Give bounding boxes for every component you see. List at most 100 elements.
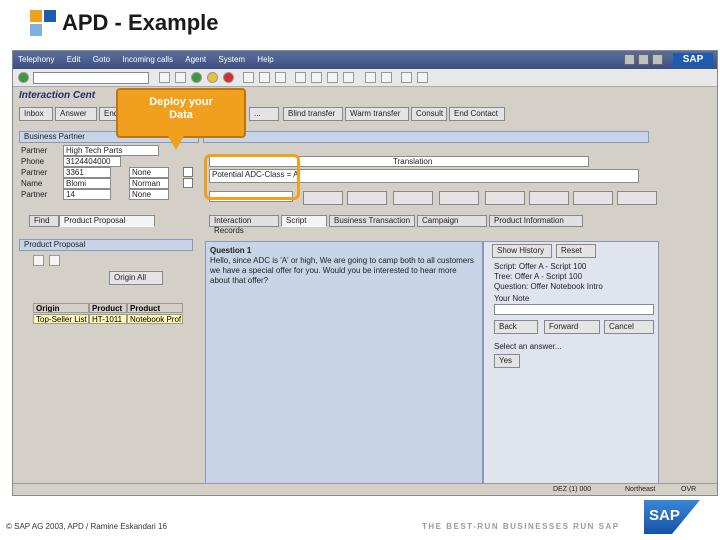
callout-line-2: Data xyxy=(169,109,193,121)
warm-transfer-button[interactable]: Warm transfer xyxy=(345,107,409,121)
toolbar-button-1[interactable] xyxy=(303,191,343,205)
exit-icon[interactable] xyxy=(207,72,218,83)
find-next-icon[interactable] xyxy=(275,72,286,83)
status-mode: OVR xyxy=(681,486,697,493)
green-back-icon[interactable] xyxy=(191,72,202,83)
print-icon[interactable] xyxy=(243,72,254,83)
bp-field-4[interactable]: Blomi xyxy=(63,178,111,189)
first-page-icon[interactable] xyxy=(295,72,306,83)
confirm-icon[interactable] xyxy=(183,178,193,188)
script-navigation-panel: Show History Reset Script: Offer A - Scr… xyxy=(483,241,659,495)
layout-icon[interactable] xyxy=(417,72,428,83)
end-contact-button[interactable]: End Contact xyxy=(449,107,505,121)
toolbar-button-2[interactable] xyxy=(347,191,387,205)
menu-incoming-calls[interactable]: Incoming calls xyxy=(117,51,178,64)
deploy-data-callout: Deploy your Data xyxy=(116,88,246,138)
command-field[interactable] xyxy=(33,72,149,84)
script-text: Hello, since ADC is 'A' or high, We are … xyxy=(210,256,474,285)
blind-transfer-button[interactable]: Blind transfer xyxy=(283,107,343,121)
toolbar-button-8[interactable] xyxy=(617,191,657,205)
note-input[interactable] xyxy=(494,304,654,315)
inbox-button[interactable]: Inbox xyxy=(19,107,53,121)
last-page-icon[interactable] xyxy=(343,72,354,83)
panel-header-right xyxy=(203,131,649,143)
answer-button[interactable]: Answer xyxy=(55,107,97,121)
tab-product-proposal[interactable]: Product Proposal xyxy=(59,215,155,227)
origin-all-button[interactable]: Origin All xyxy=(109,271,163,285)
col-product[interactable]: Product xyxy=(89,303,127,313)
bp-label-2: Phone xyxy=(21,157,45,166)
new-session-icon[interactable] xyxy=(365,72,376,83)
next-page-icon[interactable] xyxy=(327,72,338,83)
col-product-descr[interactable]: Product Descrip xyxy=(127,303,183,313)
status-bar: DEZ (1) 000 Northeast OVR xyxy=(13,483,717,495)
slide-title: APD - Example xyxy=(62,10,219,35)
enter-icon[interactable] xyxy=(18,72,29,83)
grid-icon-1[interactable] xyxy=(33,255,44,266)
tab-campaign[interactable]: Campaign xyxy=(417,215,487,227)
show-history-button[interactable]: Show History xyxy=(492,244,552,258)
back-button[interactable]: Back xyxy=(494,320,538,334)
menu-agent[interactable]: Agent xyxy=(180,51,211,64)
footer-copyright: © SAP AG 2003, APD / Ramine Eskandari 16 xyxy=(6,522,167,531)
bp-label-1: Partner xyxy=(21,146,48,155)
close-icon[interactable] xyxy=(652,54,663,65)
slide-header: APD - Example xyxy=(0,0,720,48)
toolbar-button-4[interactable] xyxy=(439,191,479,205)
bp-field-1[interactable]: High Tech Parts xyxy=(63,145,159,156)
consult-button[interactable]: Consult xyxy=(411,107,447,121)
bp-extra-4[interactable]: Norman xyxy=(129,178,169,189)
tab-find[interactable]: Find xyxy=(29,215,59,227)
tab-business-transaction[interactable]: Business Transaction xyxy=(329,215,415,227)
find-icon[interactable] xyxy=(259,72,270,83)
more-button[interactable]: ... xyxy=(249,107,279,121)
maximize-icon[interactable] xyxy=(638,54,649,65)
reset-button[interactable]: Reset xyxy=(556,244,596,258)
bp-extra-5[interactable]: None xyxy=(129,189,169,200)
bp-label-5: Partner xyxy=(21,190,48,199)
grid-icon-2[interactable] xyxy=(49,255,60,266)
status-server: Northeast xyxy=(625,486,656,493)
script-header: Question 1 xyxy=(210,246,252,255)
toolbar-button-6[interactable] xyxy=(529,191,569,205)
toolbar-button-3[interactable] xyxy=(393,191,433,205)
menu-edit[interactable]: Edit xyxy=(62,51,86,64)
yes-answer-button[interactable]: Yes xyxy=(494,354,520,368)
menu-help[interactable]: Help xyxy=(252,51,278,64)
prev-page-icon[interactable] xyxy=(311,72,322,83)
bp-field-2[interactable]: 3124404000 xyxy=(63,156,121,167)
search-icon[interactable] xyxy=(183,167,193,177)
highlight-box xyxy=(204,154,300,200)
script-line-2: Tree: Offer A - Script 100 xyxy=(494,272,583,281)
grid-header-row: OriginProductProduct Descrip xyxy=(33,303,183,313)
your-note-label: Your Note xyxy=(494,294,530,303)
help-icon[interactable] xyxy=(401,72,412,83)
cancel-icon[interactable] xyxy=(223,72,234,83)
tab-script[interactable]: Script xyxy=(281,215,327,227)
menu-system[interactable]: System xyxy=(213,51,250,64)
menu-goto[interactable]: Goto xyxy=(88,51,115,64)
table-row[interactable]: Top-Seller List HT-1011 Notebook Prof xyxy=(33,314,183,324)
cell-descr: Notebook Prof xyxy=(127,314,183,324)
bp-field-5[interactable]: 14 xyxy=(63,189,111,200)
bp-field-3[interactable]: 3361 xyxy=(63,167,111,178)
forward-button[interactable]: Forward xyxy=(544,320,600,334)
tab-interaction-records[interactable]: Interaction Records xyxy=(209,215,279,235)
cancel-button[interactable]: Cancel xyxy=(604,320,654,334)
script-panel: Question 1 Hello, since ADC is 'A' or hi… xyxy=(205,241,483,495)
callout-pointer xyxy=(168,136,184,150)
toolbar-button-7[interactable] xyxy=(573,191,613,205)
back-icon[interactable] xyxy=(175,72,186,83)
script-line-1: Script: Offer A - Script 100 xyxy=(494,262,587,271)
tab-product-information[interactable]: Product Information xyxy=(489,215,583,227)
blue-square-icon xyxy=(44,10,56,22)
save-icon[interactable] xyxy=(159,72,170,83)
minimize-icon[interactable] xyxy=(624,54,635,65)
toolbar-button-5[interactable] xyxy=(485,191,525,205)
product-proposal-header: Product Proposal xyxy=(19,239,193,251)
bp-label-4: Name xyxy=(21,179,43,188)
bp-extra-3[interactable]: None xyxy=(129,167,169,178)
col-origin[interactable]: Origin xyxy=(33,303,89,313)
shortcut-icon[interactable] xyxy=(381,72,392,83)
menu-telephony[interactable]: Telephony xyxy=(13,51,59,64)
